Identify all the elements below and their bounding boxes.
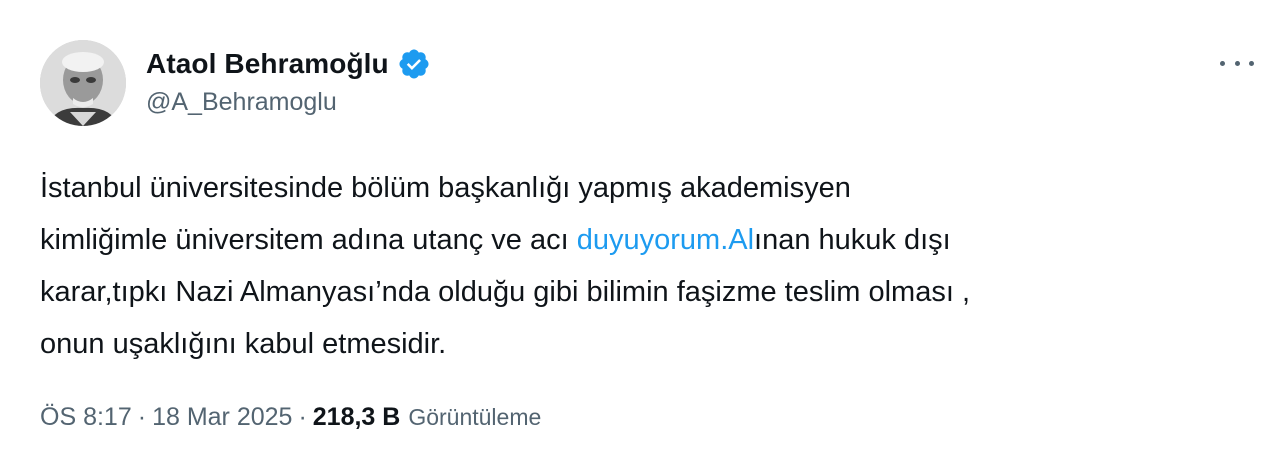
tweet-text-line-3: karar,tıpkı Nazi Almanyası’nda olduğu gi… [40,276,970,308]
tweet-meta: ÖS 8:17 · 18 Mar 2025 · 218,3 B Görüntül… [40,403,541,432]
tweet-time[interactable]: ÖS 8:17 [40,403,132,432]
tweet-text-segment: ınan hukuk dışı [754,224,951,256]
views-label: Görüntüleme [408,404,542,430]
tweet-text-segment: kimliğimle üniversitem adına utanç ve ac… [40,224,577,256]
author-handle[interactable]: @A_Behramoglu [146,88,337,117]
avatar-photo-icon [40,40,126,126]
tweet-text-line-1: İstanbul üniversitesinde bölüm başkanlığ… [40,172,851,204]
meta-separator: · [137,403,147,431]
more-options-icon[interactable] [1220,48,1254,78]
verified-badge-icon[interactable] [397,47,431,81]
tweet-text: İstanbul üniversitesinde bölüm başkanlığ… [40,162,1250,370]
author-name-row: Ataol Behramoğlu [146,46,431,82]
avatar[interactable] [40,40,126,126]
tweet-text-line-4: onun uşaklığını kabul etmesidir. [40,328,447,360]
meta-separator: · [298,403,307,431]
tweet-card: Ataol Behramoğlu @A_Behramoglu İstanbul … [0,0,1280,475]
views-count: 218,3 B [312,403,401,431]
author-display-name[interactable]: Ataol Behramoğlu [146,48,389,80]
tweet-date[interactable]: 18 Mar 2025 [152,403,292,432]
tweet-text-line-2: kimliğimle üniversitem adına utanç ve ac… [40,214,1250,266]
tweet-link[interactable]: duyuyorum.Al [577,224,754,256]
